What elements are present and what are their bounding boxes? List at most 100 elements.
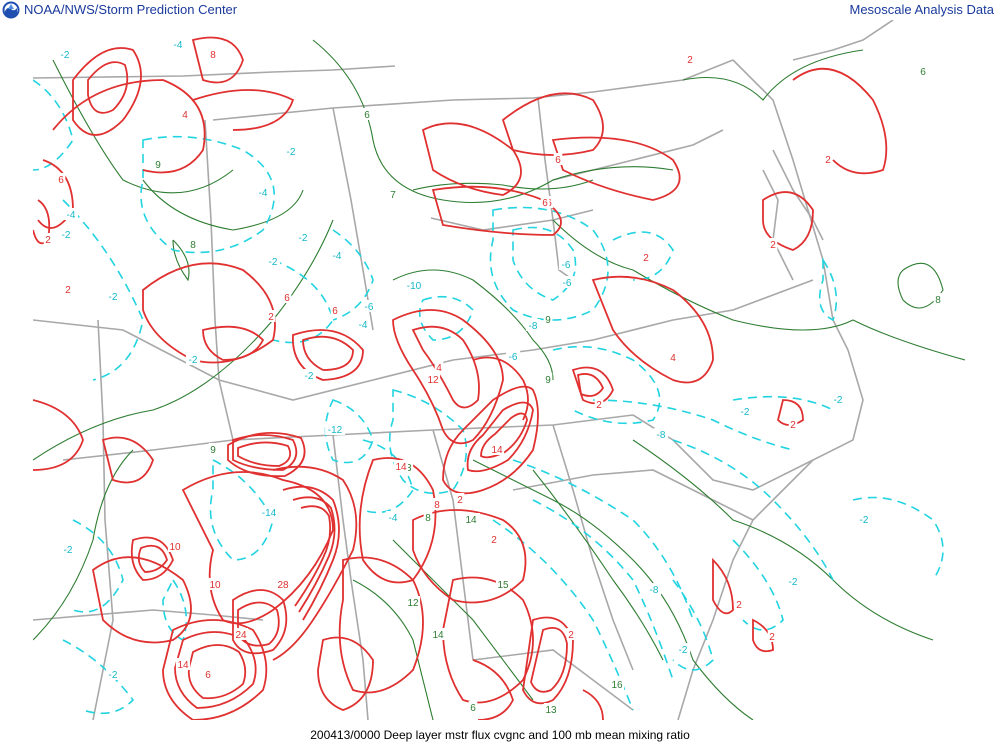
convergence-line [472, 659, 514, 721]
convergence-label: 8 [434, 500, 440, 511]
divergence-label: -6 [509, 352, 518, 363]
convergence-labels: 2462268624224648101428241410614126262222… [43, 48, 833, 681]
convergence-label: 14 [177, 660, 189, 671]
map-caption: 200413/0000 Deep layer mstr flux cvgnc a… [310, 728, 690, 742]
state-border-line [512, 469, 754, 521]
mixing-ratio-label: 13 [545, 705, 557, 716]
mixing-ratio-label: 9 [545, 375, 551, 386]
map-panel: 9668879899131213151414161386 24622686242… [32, 19, 966, 721]
divergence-label: -2 [860, 515, 869, 526]
mixing-ratio-label: 9 [545, 315, 551, 326]
mixing-ratio-label: 7 [390, 190, 396, 201]
convergence-line [52, 79, 206, 174]
mixing-ratio-line [552, 219, 966, 361]
convergence-label: 4 [670, 353, 676, 364]
convergence-line [202, 325, 265, 361]
mixing-ratio-line [32, 219, 334, 461]
divergence-label: -4 [359, 320, 368, 331]
convergence-line [582, 689, 604, 721]
convergence-line [101, 436, 154, 484]
mixing-ratio-label: 6 [470, 703, 476, 714]
convergence-label: 14 [491, 445, 503, 456]
convergence-label: 2 [769, 632, 775, 643]
convergence-label: 10 [169, 542, 181, 553]
divergence-label: -4 [174, 40, 183, 51]
divergence-line [489, 206, 609, 321]
convergence-label: 2 [568, 630, 574, 641]
divergence-label: -8 [529, 321, 538, 332]
convergence-line [92, 556, 192, 644]
convergence-line [72, 47, 142, 136]
divergence-label: -2 [679, 645, 688, 656]
divergence-label: -4 [67, 210, 76, 221]
state-border-line [632, 414, 814, 491]
divergence-line [32, 79, 74, 171]
mixing-ratio-label: 12 [407, 598, 419, 609]
convergence-label: 12 [427, 375, 439, 386]
noaa-logo-icon [2, 1, 20, 19]
divergence-label: -2 [287, 147, 296, 158]
convergence-label: 8 [210, 50, 216, 61]
divergence-label: -6 [563, 278, 572, 289]
mixing-ratio-label: 14 [465, 515, 477, 526]
divergence-line [512, 459, 694, 621]
mixing-ratio-label: 15 [497, 580, 509, 591]
divergence-label: -12 [328, 425, 343, 436]
convergence-line [501, 92, 604, 156]
convergence-label: 2 [457, 495, 463, 506]
convergence-line [192, 89, 295, 131]
divergence-label: -2 [789, 577, 798, 588]
convergence-label: 2 [643, 253, 649, 264]
divergence-line [418, 295, 474, 341]
state-border-line [218, 379, 234, 441]
mixing-ratio-label: 9 [210, 445, 216, 456]
convergence-line [181, 471, 334, 625]
product-label[interactable]: Mesoscale Analysis Data [849, 2, 994, 17]
organization-label: NOAA/NWS/Storm Prediction Center [24, 2, 238, 17]
mixing-ratio-label: 6 [920, 67, 926, 78]
convergence-label: 2 [825, 155, 831, 166]
divergence-line [362, 439, 414, 514]
convergence-label: 2 [268, 312, 274, 323]
state-border-line [212, 59, 734, 121]
divergence-label: -2 [62, 230, 71, 241]
divergence-label: -14 [262, 508, 277, 519]
convergence-label: 28 [277, 580, 289, 591]
divergence-label: -8 [657, 430, 666, 441]
convergence-line [237, 441, 291, 467]
divergence-line [852, 496, 944, 581]
convergence-label: 6 [542, 198, 548, 209]
mixing-ratio-label: 9 [155, 160, 161, 171]
divergence-label: -10 [407, 281, 422, 292]
mixing-ratio-label: 8 [190, 240, 196, 251]
convergence-label: 2 [790, 420, 796, 431]
mixing-ratio-label: 8 [425, 513, 431, 524]
convergence-label: 2 [65, 285, 71, 296]
mixing-ratio-contours [32, 39, 966, 721]
mixing-ratio-line [172, 239, 190, 282]
convergence-label: 4 [436, 363, 442, 374]
convergence-contours [32, 36, 888, 721]
divergence-label: -6 [365, 302, 374, 313]
convergence-line [87, 61, 129, 114]
divergence-label: -2 [305, 371, 314, 382]
convergence-label: 24 [235, 630, 247, 641]
convergence-label: 6 [205, 670, 211, 681]
convergence-label: 2 [491, 535, 497, 546]
convergence-label: 10 [209, 580, 221, 591]
weather-map: 9668879899131213151414161386 24622686242… [32, 19, 966, 721]
divergence-line [62, 639, 135, 715]
divergence-label: -2 [109, 292, 118, 303]
mixing-ratio-label: 16 [611, 680, 623, 691]
divergence-label: -4 [333, 251, 342, 262]
divergence-line [732, 539, 784, 631]
mixing-ratio-line [142, 179, 304, 231]
divergence-label: -4 [389, 513, 398, 524]
convergence-line [576, 373, 605, 397]
divergence-label: -2 [299, 233, 308, 244]
convergence-label: 2 [45, 235, 51, 246]
convergence-label: 14 [395, 462, 407, 473]
divergence-label: -2 [109, 670, 118, 681]
mixing-ratio-label: 6 [364, 110, 370, 121]
convergence-label: 6 [58, 175, 64, 186]
